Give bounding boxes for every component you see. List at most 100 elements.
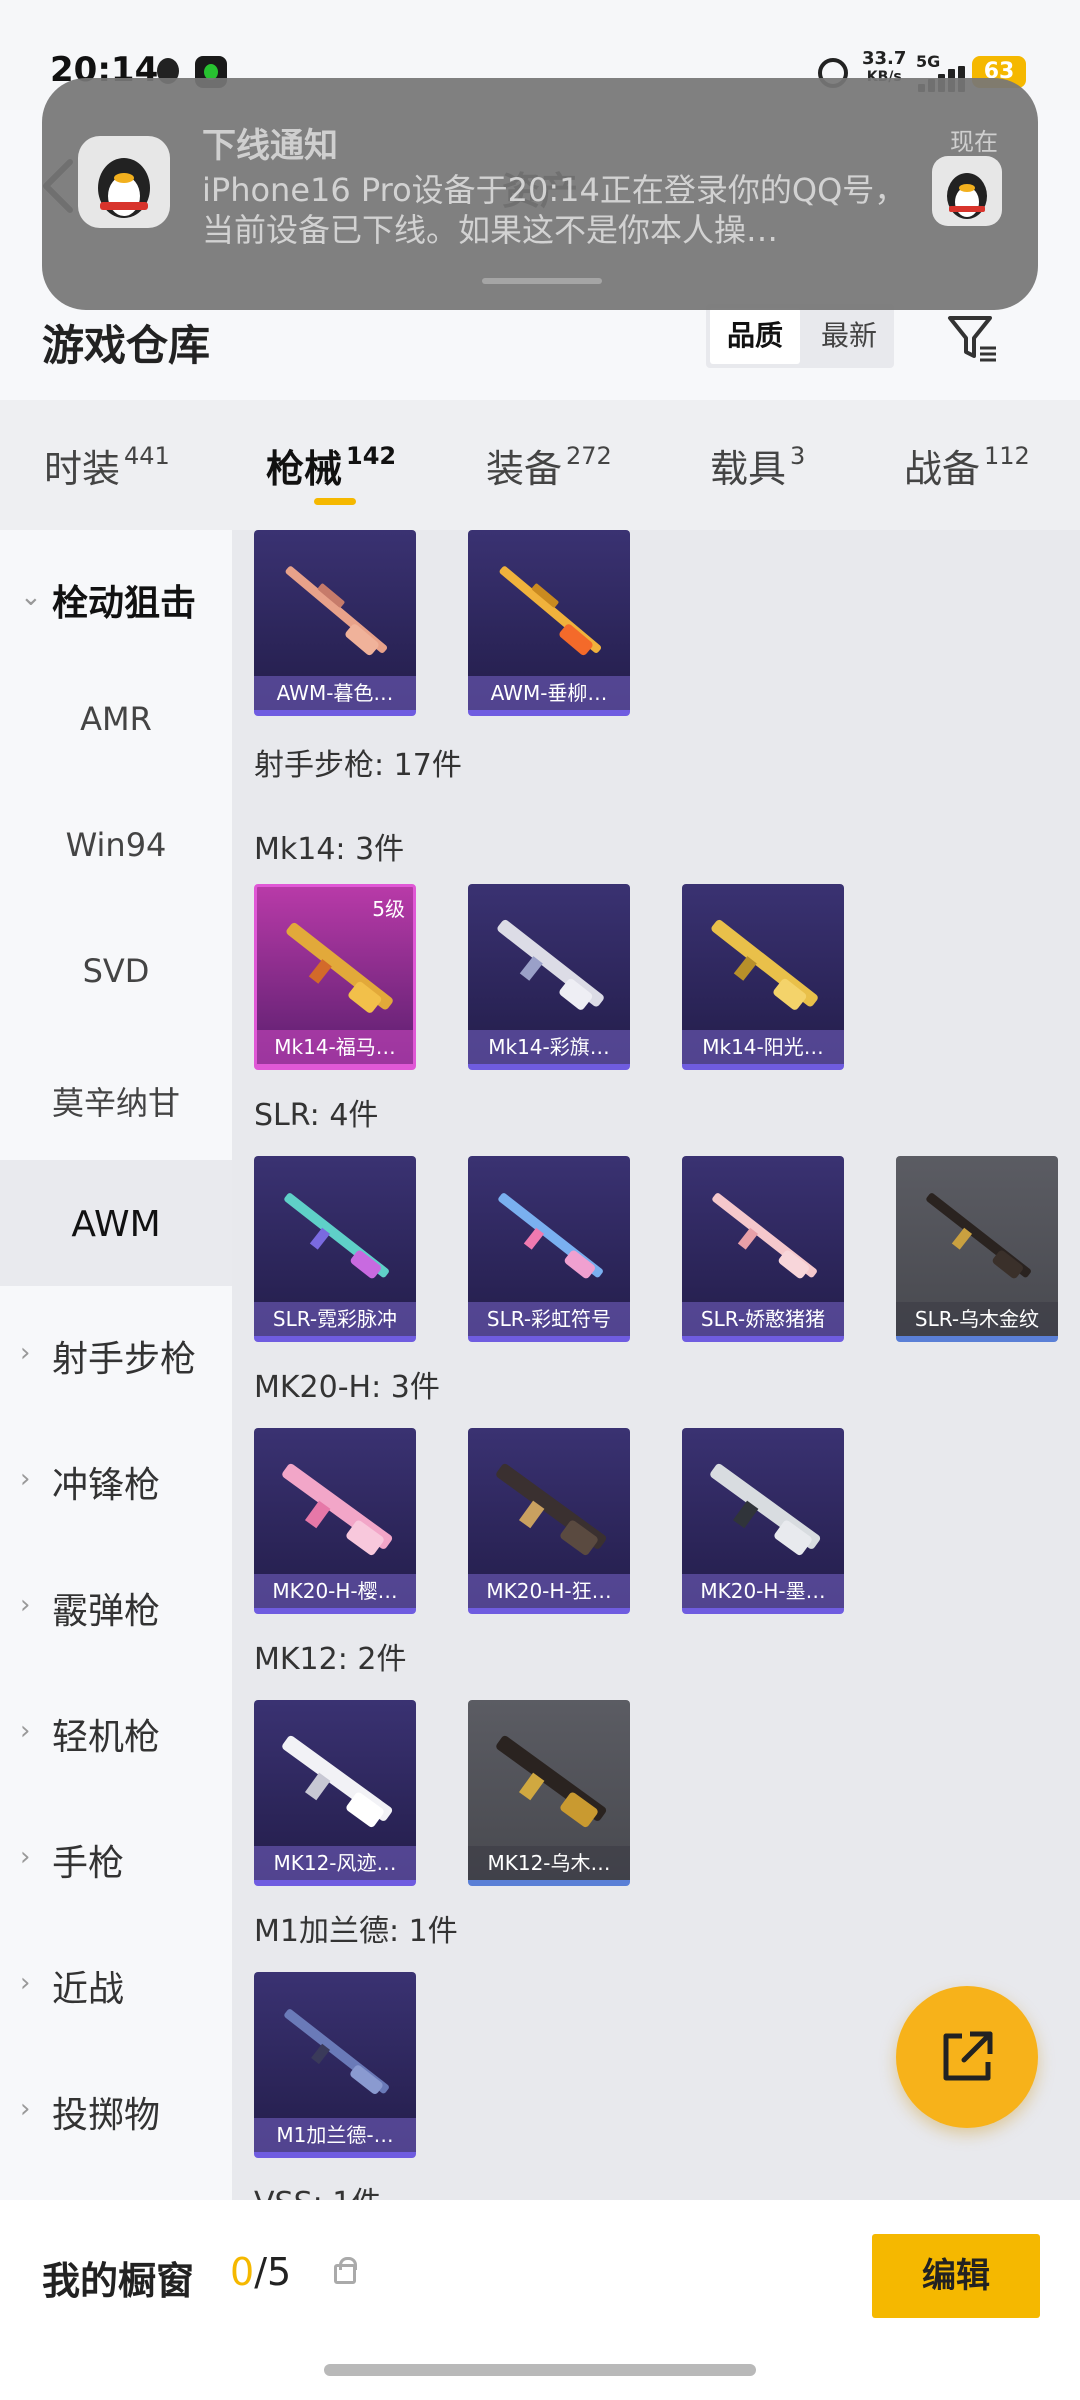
weapon-grid: AWM-暮色… AWM-垂柳… 射手步枪: 17件 Mk14: 3件 5级 Mk… [232,530,1080,2200]
weapon-card-name: Mk14-彩旗… [468,1030,630,1064]
rifle-icon [282,1735,393,1828]
tab-supplies[interactable]: 战备 112 [904,438,1030,493]
sidebar-item-melee[interactable]: › 近战 [0,1916,232,2042]
weapon-card-name: Mk14-阳光… [682,1030,844,1064]
rifle-icon [284,2009,389,2094]
weapon-card[interactable]: MK20-H-狂… [468,1428,630,1614]
chevron-right-icon: › [20,1968,31,1998]
weapon-card-name: MK20-H-樱… [254,1574,416,1608]
category-tabs: 时装 441 枪械 142 装备 272 载具 3 战备 112 [0,400,1080,530]
edit-button[interactable]: 编辑 [872,2234,1040,2318]
chevron-right-icon: › [20,1842,31,1872]
sidebar-item-smg[interactable]: › 冲锋枪 [0,1412,232,1538]
sidebar-item-amr[interactable]: AMR [0,656,232,782]
group-title: Mk14: 3件 [254,832,405,867]
sidebar-item-awm[interactable]: AWM [0,1160,232,1286]
sort-newest-button[interactable]: 最新 [804,304,894,368]
group-title: 射手步枪: 17件 [254,748,462,783]
rifle-icon [496,1463,607,1556]
logout-notification[interactable]: 下线通知 现在 iPhone16 Pro设备于20:14正在登录你的QQ号，当前… [42,78,1038,310]
weapon-card[interactable]: MK20-H-墨… [682,1428,844,1614]
network-speed-value: 33.7 [862,48,907,69]
group-title: MK12: 2件 [254,1642,407,1677]
weapon-card-name: MK12-乌木… [468,1846,630,1880]
weapon-card-name: SLR-霓彩脉冲 [254,1302,416,1336]
rifle-icon [926,1193,1031,1279]
weapon-card-name: MK20-H-狂… [468,1574,630,1608]
chevron-down-icon: ⌄ [20,582,42,612]
sidebar-item-svd[interactable]: SVD [0,908,232,1034]
notification-drag-handle[interactable] [482,278,602,284]
qq-thumbnail-icon [932,156,1002,226]
sort-quality-button[interactable]: 品质 [710,308,800,364]
chevron-right-icon: › [20,1464,31,1494]
weapon-card[interactable]: MK20-H-樱… [254,1428,416,1614]
home-indicator[interactable] [324,2364,756,2376]
external-link-icon [943,2031,993,2081]
weapon-card-name: AWM-暮色… [254,676,416,710]
weapon-card-name: SLR-娇憨猪猪 [682,1302,844,1336]
rifle-icon [712,1193,817,1279]
share-floating-button[interactable] [896,1986,1038,2128]
weapon-card-name: MK20-H-墨… [682,1574,844,1608]
rifle-icon [496,1735,607,1828]
weapon-category-sidebar: ⌄ 栓动狙击 AMR Win94 SVD 莫辛纳甘 AWM › 射手步枪 › 冲锋枪 … [0,530,232,2200]
rifle-icon [710,1463,821,1556]
notification-time: 现在 [950,128,998,156]
section-title: 游戏仓库 [42,321,211,370]
sidebar-item-throwable[interactable]: › 投掷物 [0,2042,232,2168]
rifle-icon [497,919,604,1010]
weapon-card[interactable]: SLR-乌木金纹 [896,1156,1058,1342]
group-title: M1加兰德: 1件 [254,1914,458,1949]
weapon-card[interactable]: MK12-乌木… [468,1700,630,1886]
sidebar-item-marksman[interactable]: › 射手步枪 [0,1286,232,1412]
weapon-card[interactable]: SLR-娇憨猪猪 [682,1156,844,1342]
weapon-card[interactable]: 5级 Mk14-福马… [254,884,416,1070]
rifle-icon [711,919,818,1010]
rifle-icon [282,1463,393,1556]
showcase-count: 0/5 [230,2250,292,2294]
sidebar-item-win94[interactable]: Win94 [0,782,232,908]
sidebar-item-mosin[interactable]: 莫辛纳甘 [0,1034,232,1160]
weapon-card-name: SLR-乌木金纹 [896,1302,1058,1336]
sidebar-item-pistol[interactable]: › 手枪 [0,1790,232,1916]
group-title: VSS: 1件 [254,2178,381,2200]
weapon-card[interactable]: MK12-风迹… [254,1700,416,1886]
weapon-card-name: MK12-风迹… [254,1846,416,1880]
weapon-card[interactable]: AWM-垂柳… [468,530,630,716]
sidebar-item-lmg[interactable]: › 轻机枪 [0,1664,232,1790]
sidebar-item-bolt-sniper[interactable]: ⌄ 栓动狙击 [0,530,232,656]
showcase-title: 我的橱窗 [42,2259,195,2303]
weapon-card[interactable]: SLR-彩虹符号 [468,1156,630,1342]
qq-avatar-icon [78,136,170,228]
lock-icon [334,2257,357,2284]
chevron-right-icon: › [20,1338,31,1368]
tab-equipment[interactable]: 装备 272 [486,438,612,493]
weapon-card-name: SLR-彩虹符号 [468,1302,630,1336]
group-title: MK20-H: 3件 [254,1370,440,1405]
weapon-card-name: Mk14-福马… [257,1030,413,1064]
weapon-card-name: M1加兰德-… [254,2118,416,2152]
tab-weapons[interactable]: 枪械 142 [266,438,396,493]
sidebar-item-shotgun[interactable]: › 霰弹枪 [0,1538,232,1664]
notification-title: 下线通知 [202,126,338,166]
weapon-card[interactable]: SLR-霓彩脉冲 [254,1156,416,1342]
sort-toggle: 品质 最新 [706,304,894,368]
notification-body: iPhone16 Pro设备于20:14正在登录你的QQ号，当前设备已下线。如果… [202,171,907,249]
chevron-right-icon: › [20,2094,31,2124]
rifle-icon [286,922,393,1013]
rifle-icon [499,566,602,656]
filter-icon[interactable] [946,312,998,364]
weapon-card[interactable]: Mk14-彩旗… [468,884,630,1070]
weapon-card[interactable]: Mk14-阳光… [682,884,844,1070]
chevron-right-icon: › [20,1716,31,1746]
rifle-icon [284,1193,389,1279]
weapon-card[interactable]: M1加兰德-… [254,1972,416,2158]
weapon-card[interactable]: AWM-暮色… [254,530,416,716]
rifle-icon [498,1193,603,1279]
chevron-right-icon: › [20,1590,31,1620]
tab-fashion[interactable]: 时装 441 [44,438,170,493]
active-tab-indicator [314,498,356,505]
rifle-icon [285,566,388,656]
tab-vehicles[interactable]: 载具 3 [710,438,805,493]
